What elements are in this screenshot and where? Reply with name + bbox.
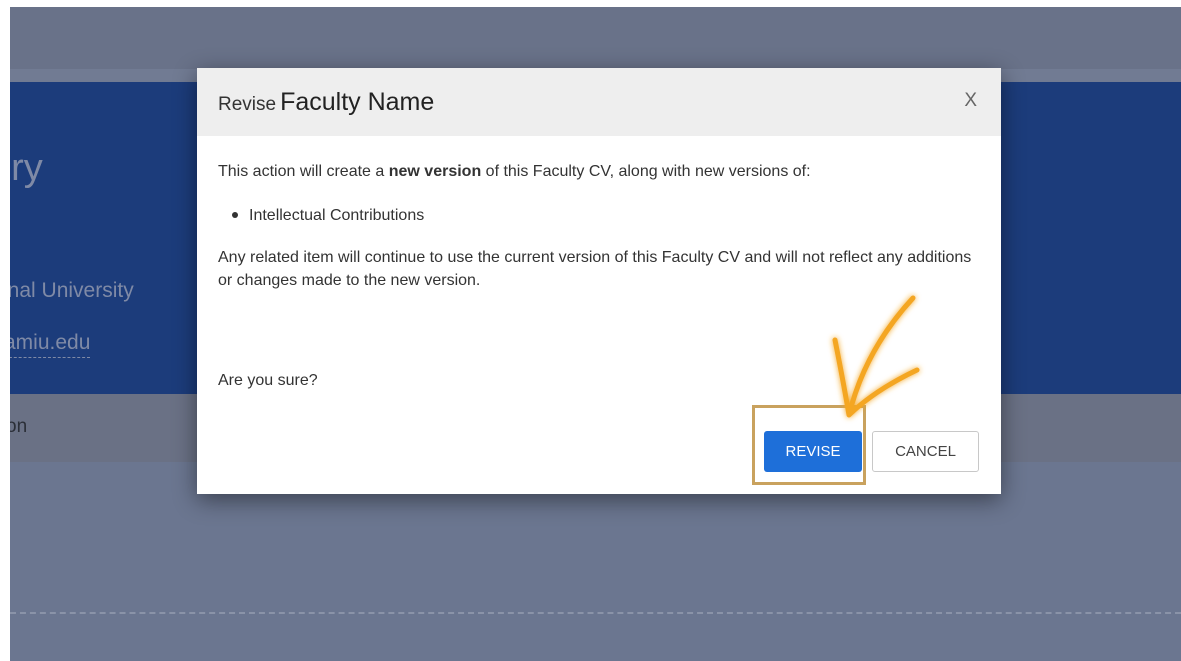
revise-dialog: Revise Faculty Name X This action will cr… [197, 68, 1001, 494]
background-divider [10, 612, 1181, 614]
dialog-title-prefix: Revise [218, 94, 277, 115]
dialog-title-name: Faculty Name [280, 88, 435, 116]
intro-text-before: This action will create a [218, 163, 389, 180]
background-email-link: amiu.edu [10, 331, 91, 358]
background-top-bar [10, 7, 1181, 69]
revise-button[interactable]: REVISE [764, 431, 862, 472]
dialog-warning: Any related item will continue to use th… [218, 249, 972, 289]
bullet-icon [232, 211, 238, 218]
list-item: Intellectual Contributions [232, 204, 424, 227]
background-tab: on [10, 416, 28, 437]
list-item-label: Intellectual Contributions [249, 207, 425, 224]
dialog-confirm-question: Are you sure? [218, 372, 318, 389]
intro-text-bold: new version [388, 163, 482, 180]
dialog-intro: This action will create a new version of… [218, 160, 811, 183]
cancel-button[interactable]: CANCEL [872, 431, 979, 472]
close-icon[interactable]: X [964, 90, 977, 112]
dialog-title: Revise Faculty Name [218, 88, 434, 117]
dialog-header: Revise Faculty Name X [197, 68, 1001, 136]
background-faculty-name: dry [10, 147, 43, 189]
background-university: onal University [10, 279, 134, 302]
intro-text-after: of this Faculty CV, along with new versi… [481, 163, 811, 180]
